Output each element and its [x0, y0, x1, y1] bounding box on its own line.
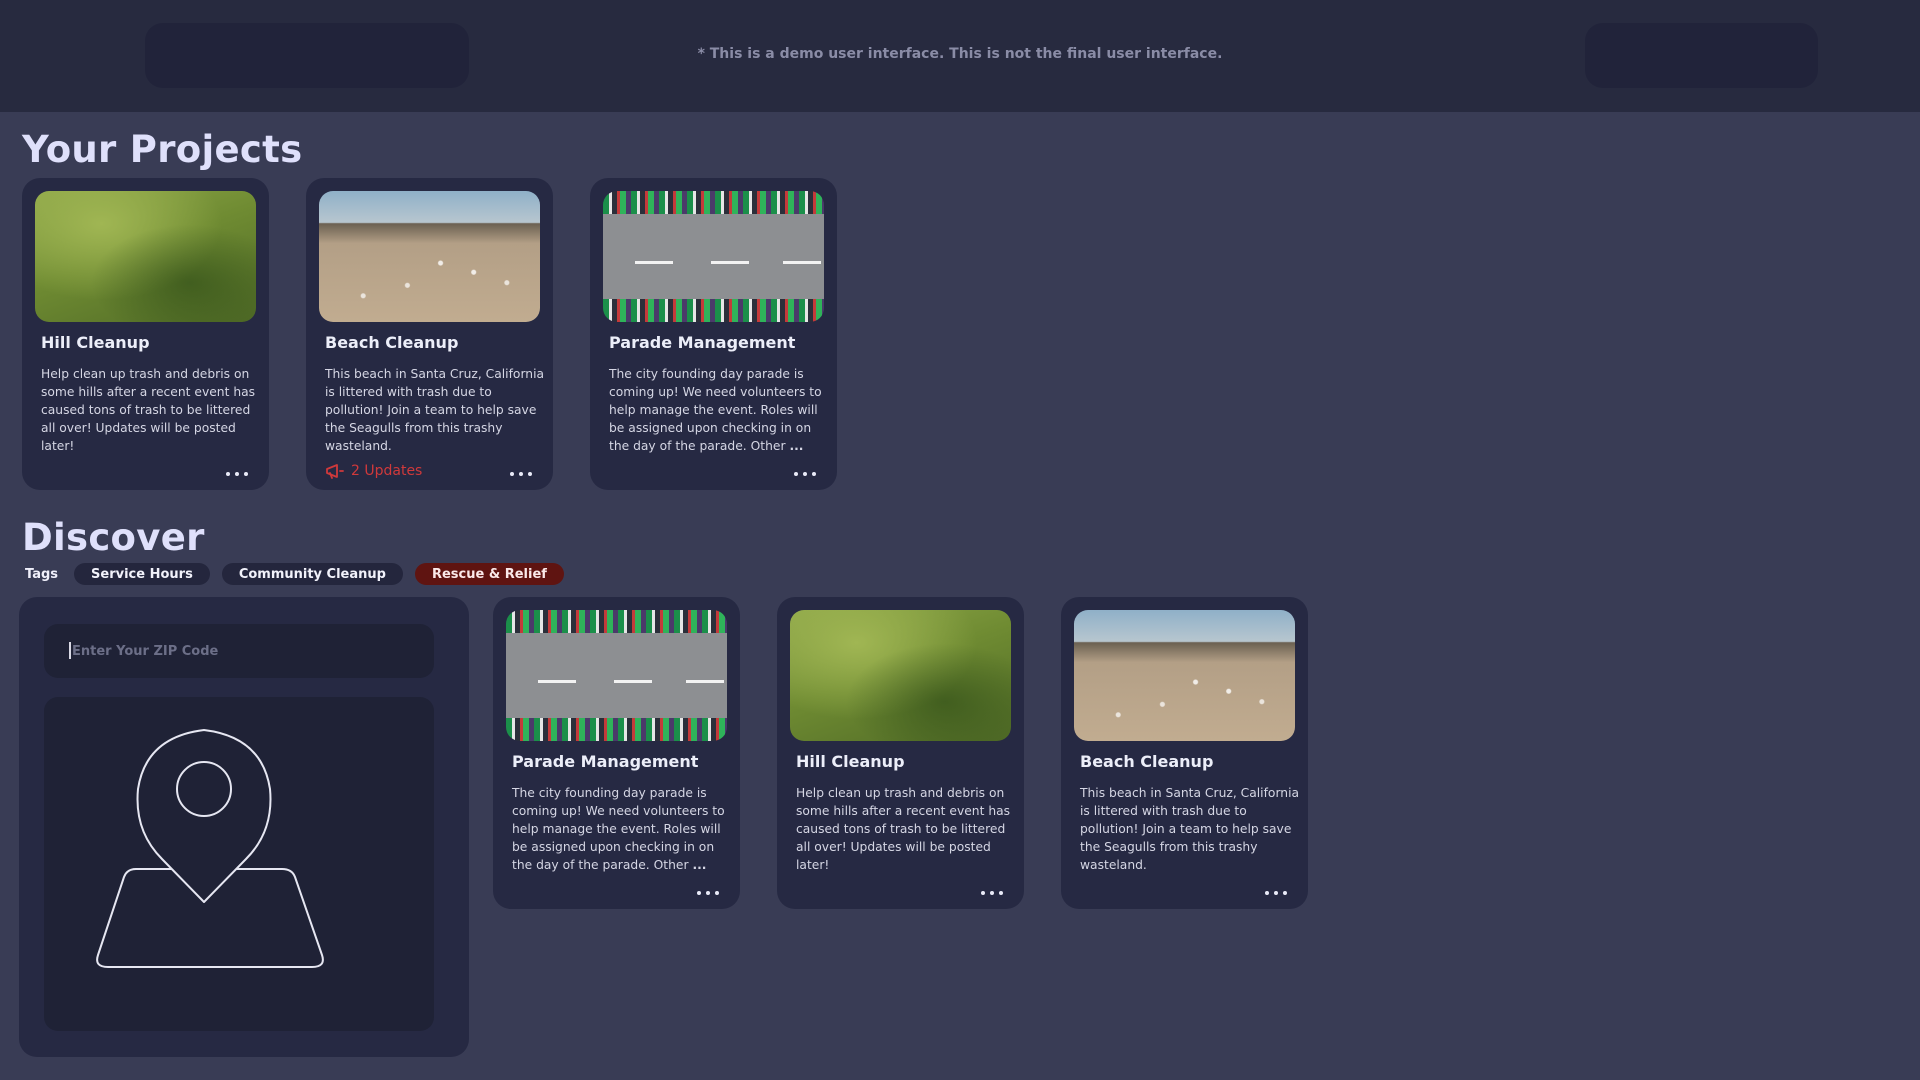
header-right-placeholder: [1585, 23, 1818, 88]
more-dots-icon[interactable]: [226, 467, 248, 481]
more-dots-icon[interactable]: [697, 886, 719, 900]
map-pin-icon: [96, 729, 324, 968]
top-bar: * This is a demo user interface. This is…: [0, 0, 1920, 112]
map-area[interactable]: [44, 697, 434, 1031]
tags-label: Tags: [25, 566, 59, 582]
more-dots-icon[interactable]: [794, 467, 816, 481]
card-title: Beach Cleanup: [325, 333, 459, 352]
card-title: Parade Management: [609, 333, 796, 352]
card-title: Parade Management: [512, 752, 699, 771]
zip-code-input[interactable]: [44, 624, 434, 678]
updates-count: 2 Updates: [351, 463, 423, 479]
more-dots-icon[interactable]: [1265, 886, 1287, 900]
tags-row: Tags Service Hours Community Cleanup Res…: [25, 563, 564, 585]
megaphone-icon: [326, 464, 344, 479]
more-dots-icon[interactable]: [510, 467, 532, 481]
discover-card[interactable]: Hill Cleanup Help clean up trash and deb…: [777, 597, 1024, 909]
project-card[interactable]: Hill Cleanup Help clean up trash and deb…: [22, 178, 269, 490]
tag-community-cleanup[interactable]: Community Cleanup: [221, 563, 403, 585]
project-card[interactable]: Parade Management The city founding day …: [590, 178, 837, 490]
map-panel: [19, 597, 469, 1057]
card-image: [603, 191, 824, 322]
card-description: The city founding day parade is coming u…: [512, 786, 725, 872]
discover-card[interactable]: Beach Cleanup This beach in Santa Cruz, …: [1061, 597, 1308, 909]
tag-rescue-relief[interactable]: Rescue & Relief: [414, 563, 564, 585]
card-title: Hill Cleanup: [796, 752, 905, 771]
discover-card[interactable]: Parade Management The city founding day …: [493, 597, 740, 909]
card-image: [790, 610, 1011, 741]
card-description: This beach in Santa Cruz, California is …: [325, 367, 545, 453]
card-image: [319, 191, 540, 322]
card-image: [35, 191, 256, 322]
card-description: Help clean up trash and debris on some h…: [41, 367, 256, 453]
card-title: Hill Cleanup: [41, 333, 150, 352]
more-dots-icon[interactable]: [981, 886, 1003, 900]
project-card[interactable]: Beach Cleanup This beach in Santa Cruz, …: [306, 178, 553, 490]
tag-service-hours[interactable]: Service Hours: [74, 563, 210, 585]
card-description: Help clean up trash and debris on some h…: [796, 786, 1011, 872]
card-title: Beach Cleanup: [1080, 752, 1214, 771]
your-projects-title: Your Projects: [22, 128, 303, 171]
discover-title: Discover: [22, 516, 205, 559]
card-description: The city founding day parade is coming u…: [609, 367, 822, 453]
card-image: [506, 610, 727, 741]
card-description: This beach in Santa Cruz, California is …: [1080, 786, 1300, 872]
text-caret: [69, 642, 71, 659]
updates-link[interactable]: 2 Updates: [325, 463, 422, 479]
card-image: [1074, 610, 1295, 741]
